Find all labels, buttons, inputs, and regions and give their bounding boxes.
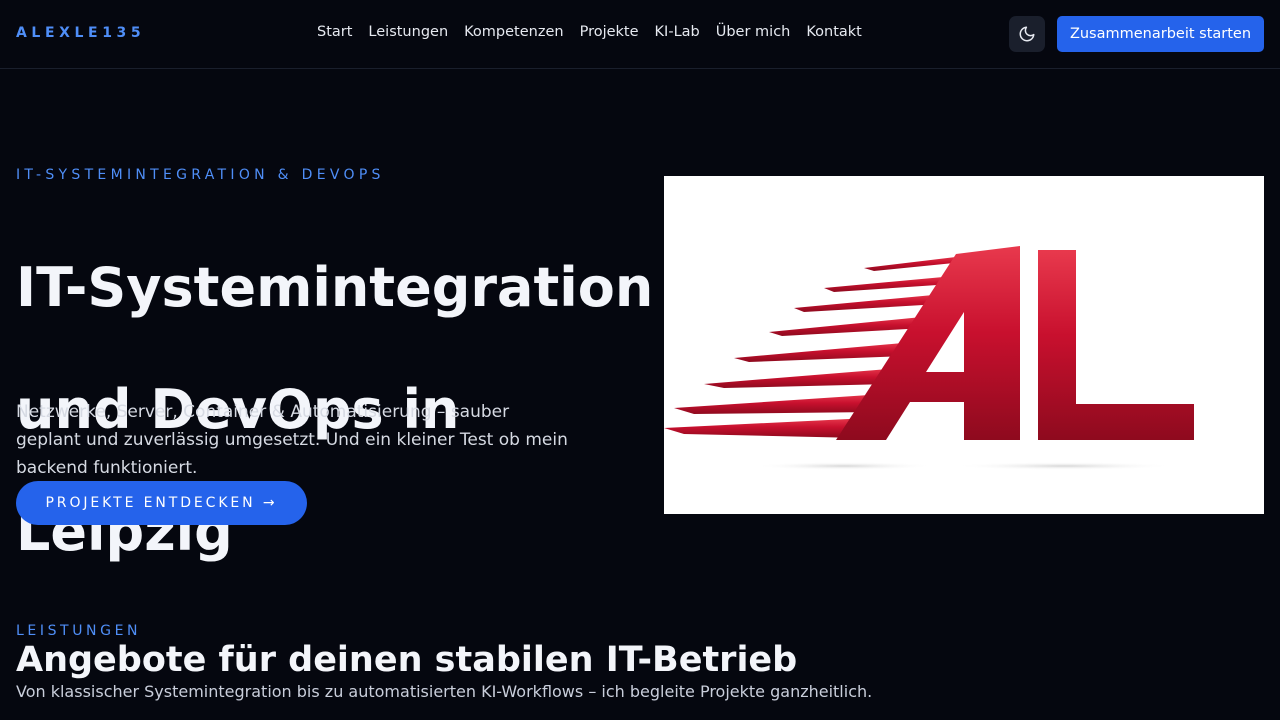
main-nav: Start Leistungen Kompetenzen Projekte KI… xyxy=(317,24,862,40)
theme-toggle-button[interactable] xyxy=(1009,16,1045,52)
nav-item-leistungen[interactable]: Leistungen xyxy=(368,24,448,40)
brand-logo[interactable]: ALEXLE135 xyxy=(16,25,145,41)
nav-item-projekte[interactable]: Projekte xyxy=(580,24,639,40)
nav-item-kontakt[interactable]: Kontakt xyxy=(806,24,862,40)
nav-item-kompetenzen[interactable]: Kompetenzen xyxy=(464,24,563,40)
hero-eyebrow: IT-SYSTEMINTEGRATION & DEVOPS xyxy=(16,167,385,183)
hero-description: Netzwerke, Server, Container & Automatis… xyxy=(16,402,568,478)
hero-title-line: IT-Systemintegration xyxy=(16,256,654,319)
moon-icon xyxy=(1019,26,1035,42)
al-logo-icon xyxy=(664,246,1194,470)
al-logo-image xyxy=(664,176,1264,514)
nav-item-ueber-mich[interactable]: Über mich xyxy=(716,24,791,40)
discover-projects-button[interactable]: PROJEKTE ENTDECKEN → xyxy=(16,481,307,525)
services-eyebrow: LEISTUNGEN xyxy=(16,623,142,639)
services-title: Angebote für deinen stabilen IT-Betrieb xyxy=(16,640,798,680)
nav-item-start[interactable]: Start xyxy=(317,24,352,40)
top-navigation-bar: ALEXLE135 Start Leistungen Kompetenzen P… xyxy=(0,0,1280,69)
services-description: Von klassischer Systemintegration bis zu… xyxy=(16,682,873,701)
start-collaboration-button[interactable]: Zusammenarbeit starten xyxy=(1057,16,1264,52)
nav-item-ki-lab[interactable]: KI-Lab xyxy=(655,24,700,40)
